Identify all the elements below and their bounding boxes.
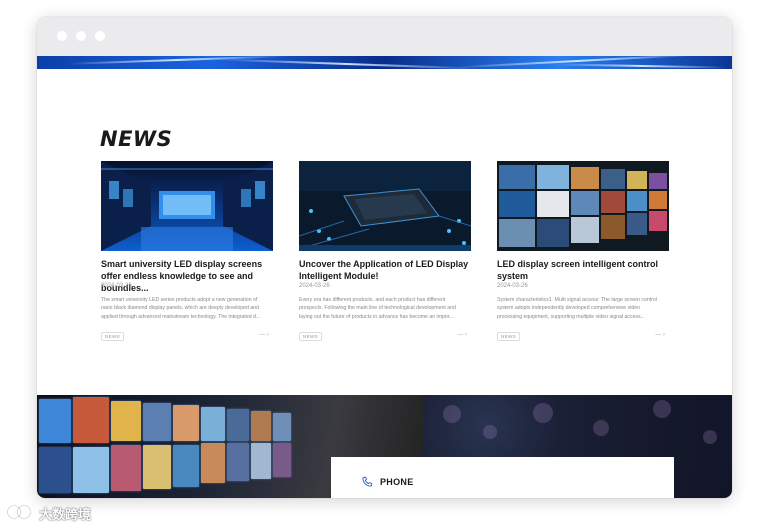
card-image-video-wall[interactable] (497, 161, 669, 251)
card-more-link[interactable]: — › (457, 332, 467, 338)
card-excerpt: System characteristics1. Multi signal ac… (497, 297, 657, 320)
card-image-circuit-board[interactable] (299, 161, 471, 251)
news-section: NEWS Smart university LED display screen… (37, 69, 732, 413)
card-more-link[interactable]: — › (655, 332, 665, 338)
card-date: 2024-03-26 (299, 283, 330, 289)
news-card[interactable]: Smart university LED display screens off… (101, 161, 273, 351)
card-excerpt: The smart university LED series products… (101, 297, 261, 320)
card-tag[interactable]: NEWS (101, 332, 124, 341)
section-title: NEWS (100, 127, 173, 151)
card-tag[interactable]: NEWS (299, 332, 322, 341)
card-date: 2024-03-26 (497, 283, 528, 289)
card-headline[interactable]: Uncover the Application of LED Display I… (299, 258, 471, 282)
card-more-link[interactable]: — › (259, 332, 269, 338)
news-card[interactable]: Uncover the Application of LED Display I… (299, 161, 471, 351)
window-dot-minimize[interactable] (76, 31, 86, 41)
window-dot-maximize[interactable] (95, 31, 105, 41)
contact-phone-label: PHONE (380, 477, 414, 487)
window-dot-close[interactable] (57, 31, 67, 41)
news-card[interactable]: LED display screen intelligent control s… (497, 161, 669, 351)
card-headline[interactable]: LED display screen intelligent control s… (497, 258, 669, 282)
phone-icon (361, 475, 373, 487)
watermark-logo: 大数跨境 (5, 502, 115, 522)
browser-window: NEWS Smart university LED display screen… (37, 17, 732, 498)
contact-card: PHONE (331, 457, 674, 498)
watermark-icon (6, 504, 32, 520)
hero-banner-strip (37, 56, 732, 69)
window-titlebar (37, 17, 732, 56)
card-date: 2024-03-26 (101, 283, 132, 289)
watermark-text: 大数跨境 (39, 507, 92, 522)
card-image-smart-classroom[interactable] (101, 161, 273, 251)
card-excerpt: Every era has different products, and ea… (299, 297, 456, 320)
contact-section: PHONE (37, 395, 732, 498)
card-tag[interactable]: NEWS (497, 332, 520, 341)
